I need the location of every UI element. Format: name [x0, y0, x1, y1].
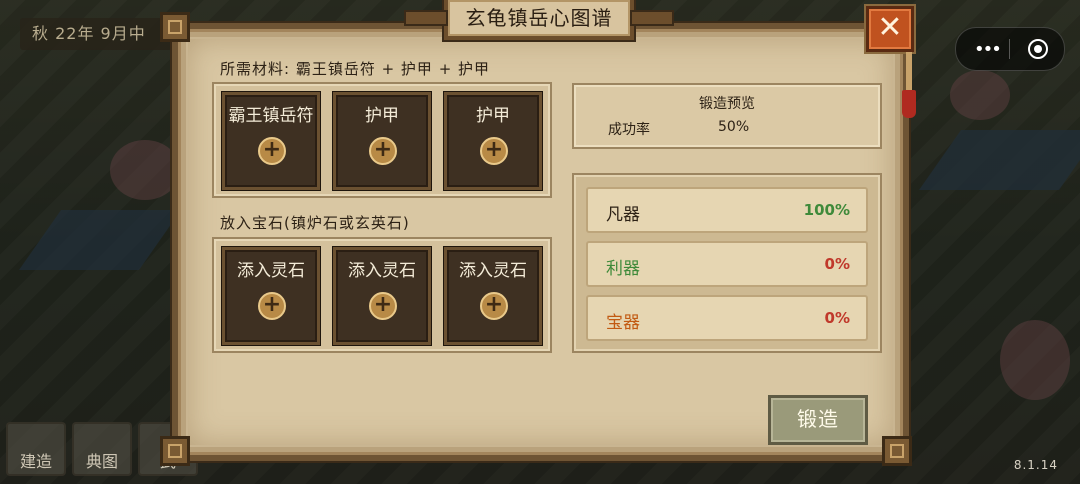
material-slot[interactable]: 霸王镇岳符 +	[222, 92, 320, 190]
more-icon[interactable]: •••	[974, 39, 1002, 60]
river	[18, 210, 182, 270]
add-icon[interactable]: +	[258, 292, 286, 320]
material-slot[interactable]: 护甲 +	[444, 92, 542, 190]
add-icon[interactable]: +	[369, 292, 397, 320]
add-icon[interactable]: +	[258, 137, 286, 165]
success-rate-value: 50%	[718, 119, 750, 135]
add-icon[interactable]: +	[480, 292, 508, 320]
version-label: 8.1.14	[1013, 458, 1058, 472]
material-slot-group: 霸王镇岳符 + 护甲 + 护甲 +	[212, 82, 552, 198]
slot-label: 添入灵石	[459, 261, 527, 281]
forge-preview-panel: 锻造预览 成功率 50%	[572, 83, 882, 149]
codex-button[interactable]: 典图	[72, 422, 132, 476]
grade-name: 利器	[606, 259, 640, 279]
build-button[interactable]: 建造	[6, 422, 66, 476]
close-button[interactable]: ✕	[866, 6, 914, 52]
gem-slot[interactable]: 添入灵石 +	[333, 247, 431, 345]
forge-button[interactable]: 锻造	[768, 395, 868, 445]
materials-label: 所需材料: 霸王镇岳符 + 护甲 + 护甲	[220, 60, 491, 78]
tree	[110, 140, 180, 200]
grade-name: 凡器	[606, 205, 640, 225]
grade-row: 凡器 100%	[586, 187, 868, 233]
slot-label: 护甲	[365, 106, 399, 126]
close-miniprogram-icon[interactable]	[1028, 39, 1048, 59]
success-rate-label: 成功率	[608, 122, 650, 138]
tree	[1000, 320, 1070, 400]
slot-label: 护甲	[476, 106, 510, 126]
grade-probability: 100%	[803, 201, 850, 219]
corner-ornament	[160, 436, 190, 466]
grade-probability: 0%	[824, 255, 850, 273]
gems-label: 放入宝石(镇炉石或玄英石)	[220, 214, 410, 232]
capsule-divider	[1009, 39, 1010, 59]
grade-row: 宝器 0%	[586, 295, 868, 341]
material-slot[interactable]: 护甲 +	[333, 92, 431, 190]
tassel-decoration	[902, 52, 916, 122]
dialog-title: 玄龟镇岳心图谱	[404, 0, 674, 40]
miniprogram-capsule: •••	[955, 27, 1065, 71]
gem-slot-group: 添入灵石 + 添入灵石 + 添入灵石 +	[212, 237, 552, 353]
date-display: 秋 22年 9月中	[20, 18, 182, 50]
gem-slot[interactable]: 添入灵石 +	[444, 247, 542, 345]
corner-ornament	[882, 436, 912, 466]
river	[918, 130, 1080, 190]
gem-slot[interactable]: 添入灵石 +	[222, 247, 320, 345]
add-icon[interactable]: +	[369, 137, 397, 165]
corner-ornament	[160, 12, 190, 42]
slot-label: 添入灵石	[237, 261, 305, 281]
slot-label: 添入灵石	[348, 261, 416, 281]
grade-probability: 0%	[824, 309, 850, 327]
slot-label: 霸王镇岳符	[228, 106, 314, 126]
preview-title: 锻造预览	[699, 96, 755, 112]
tree	[950, 70, 1010, 120]
grade-name: 宝器	[606, 313, 640, 333]
grade-row: 利器 0%	[586, 241, 868, 287]
add-icon[interactable]: +	[480, 137, 508, 165]
grade-probability-panel: 凡器 100% 利器 0% 宝器 0%	[572, 173, 882, 353]
